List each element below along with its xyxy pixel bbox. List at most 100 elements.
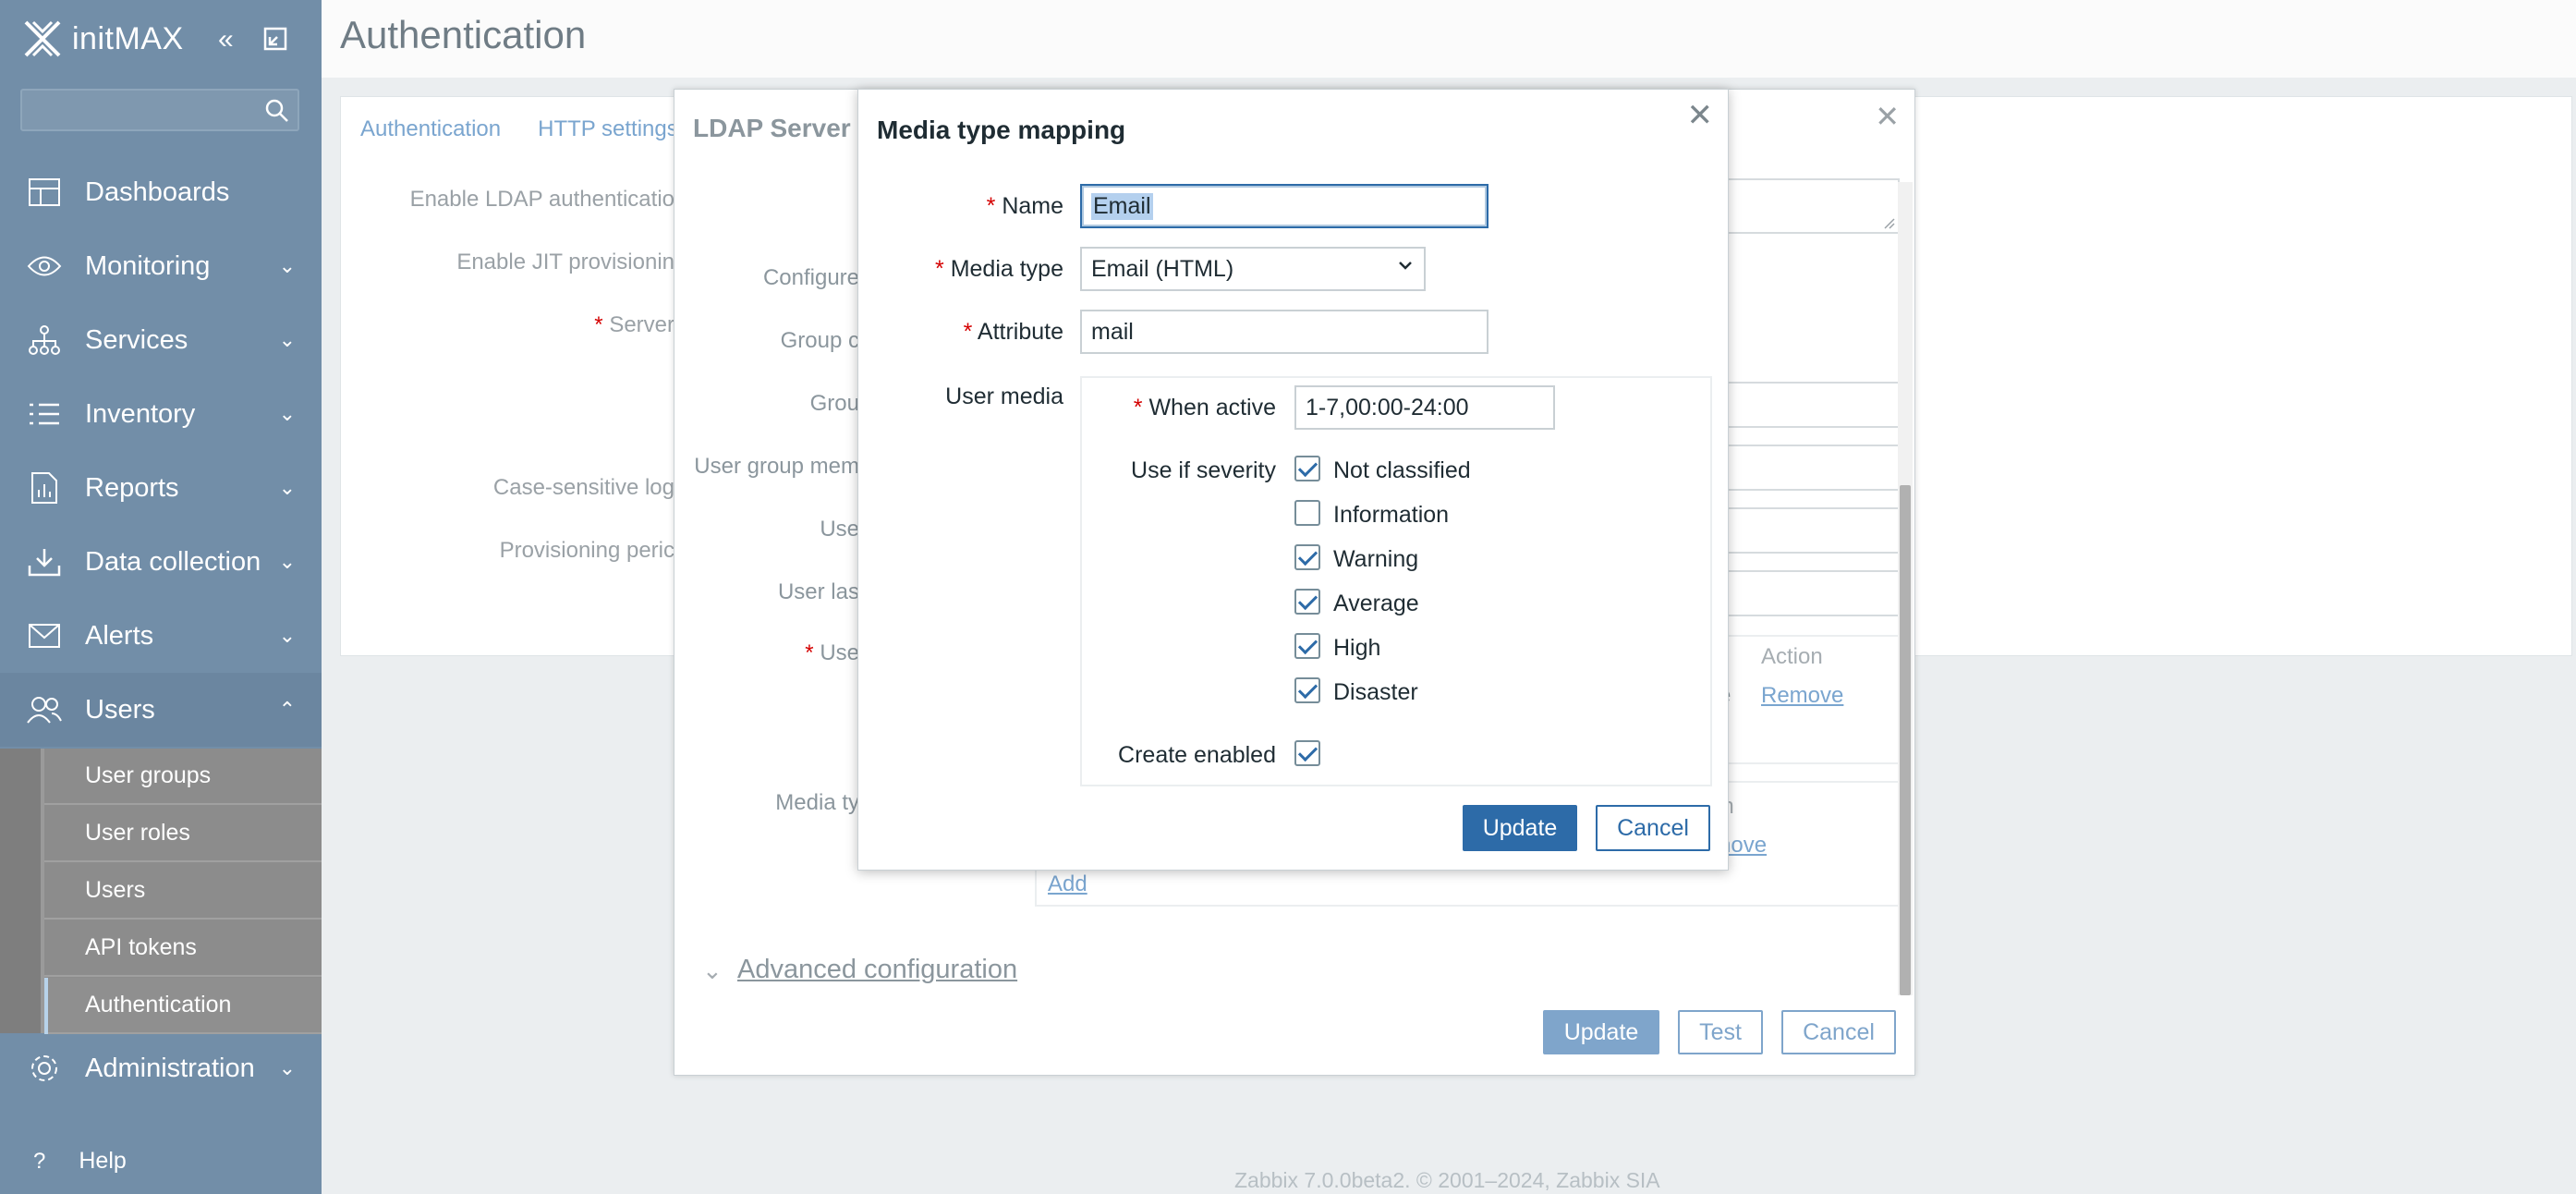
mtm-media-type-label: * Media type [935,256,1063,282]
nav-administration[interactable]: Administration ⌄ [0,1031,322,1105]
mtm-user-media-label: User media [945,384,1063,409]
ldap-remove-group-mapping-link[interactable]: Remove [1761,683,1843,709]
severity-warning-label: Warning [1333,546,1419,572]
subnav-api-tokens[interactable]: API tokens [44,920,322,977]
help-link[interactable]: ? Help [33,1148,127,1175]
page-title: Authentication [340,13,587,56]
severity-not-classified-checkbox[interactable] [1294,456,1320,481]
mtm-name-label: * Name [986,193,1063,219]
ldap-user-last-name-label: User las [777,579,859,604]
reports-icon [26,469,63,506]
ldap-cancel-button[interactable]: Cancel [1781,1010,1896,1054]
nav-label: Data collection [85,546,261,577]
ldap-test-button[interactable]: Test [1678,1010,1763,1054]
mtm-media-type-select[interactable]: Email (HTML) [1080,247,1426,291]
nav-alerts[interactable]: Alerts ⌄ [0,599,322,673]
severity-warning-checkbox[interactable] [1294,544,1320,570]
severity-high-checkbox[interactable] [1294,633,1320,659]
data-collection-icon [26,543,63,580]
ldap-user-group-member-label: User group mem [694,454,859,479]
mtm-media-type-value: Email (HTML) [1091,255,1234,282]
kiosk-mode-icon[interactable] [262,26,288,59]
nav-inventory[interactable]: Inventory ⌄ [0,377,322,451]
help-icon: ? [33,1149,46,1174]
initmax-logo-icon [24,20,61,57]
ldap-close-icon[interactable]: ✕ [1875,99,1900,134]
severity-disaster-label: Disaster [1333,679,1418,705]
severity-not-classified-label: Not classified [1333,457,1471,483]
dashboards-icon [26,174,63,211]
chevron-up-icon: ⌃ [278,698,296,721]
severity-average-checkbox[interactable] [1294,589,1320,615]
nav-dashboards[interactable]: Dashboards [0,155,322,229]
nav-label: Administration [85,1053,255,1083]
create-enabled-checkbox[interactable] [1294,740,1320,766]
alerts-icon [26,617,63,654]
nav-label: Services [85,324,188,355]
footer-copyright: Zabbix 7.0.0beta2. © 2001–2024, Zabbix S… [1234,1168,1660,1192]
severity-information-label: Information [1333,502,1450,528]
help-label: Help [79,1148,127,1174]
severity-high-label: High [1333,635,1381,661]
ldap-configure-label: Configure [762,265,859,290]
mtm-attribute-value: mail [1091,318,1134,345]
auth-tabs: Authentication HTTP settings [340,96,695,155]
ldap-add-media-mapping-link[interactable]: Add [1048,871,1088,897]
enable-jit-label: Enable JIT provisionin [456,250,674,274]
nav-label: Monitoring [85,250,211,281]
chevron-down-icon: ⌄ [278,476,296,499]
subnav-users[interactable]: Users [44,863,322,920]
subnav-user-roles[interactable]: User roles [44,806,322,862]
users-icon [26,691,63,728]
tab-http-settings[interactable]: HTTP settings [538,116,678,155]
ldap-update-button[interactable]: Update [1543,1010,1659,1054]
nav-data-collection[interactable]: Data collection ⌄ [0,525,322,599]
mtm-cancel-button[interactable]: Cancel [1596,805,1710,851]
nav-users[interactable]: Users ⌃ [0,673,322,747]
nav-label: Reports [85,472,179,503]
brand-logo[interactable]: initMAX [20,17,184,61]
close-icon[interactable]: ✕ [1687,97,1714,134]
nav-monitoring[interactable]: Monitoring ⌄ [0,229,322,303]
collapse-sidebar-icon[interactable]: « [218,24,234,55]
inventory-icon [26,396,63,433]
mtm-name-input[interactable]: Email [1080,184,1488,228]
subnav-user-groups[interactable]: User groups [44,749,322,805]
tab-authentication[interactable]: Authentication [360,116,501,155]
nav-label: Alerts [85,620,154,651]
case-sensitive-label: Case-sensitive log [492,475,674,500]
gear-icon [26,1050,63,1087]
severity-information-checkbox[interactable] [1294,500,1320,526]
chevron-down-icon [1396,256,1415,280]
chevron-down-icon[interactable]: ⌄ [702,956,723,985]
mtm-when-active-input[interactable]: 1-7,00:00-24:00 [1294,385,1555,430]
mtm-attribute-label: * Attribute [963,319,1063,345]
severity-disaster-checkbox[interactable] [1294,677,1320,703]
ldap-action-column-header: Action [1761,644,1823,669]
ldap-dialog-title: LDAP Server [693,114,851,142]
ldap-group-config-label: Group c [780,328,859,353]
mtm-attribute-input[interactable]: mail [1080,310,1488,354]
submenu-rail [0,749,41,1033]
chevron-down-icon: ⌄ [278,624,296,647]
mtm-when-active-value: 1-7,00:00-24:00 [1306,394,1469,420]
servers-label: * Server [594,312,674,337]
ldap-group-label: Grou [809,391,859,416]
search-icon[interactable] [264,98,290,124]
mtm-use-if-severity-label: Use if severity [1131,457,1276,483]
nav-services[interactable]: Services ⌄ [0,303,322,377]
sidebar-search-input[interactable] [20,89,299,131]
advanced-configuration-toggle[interactable]: Advanced configuration [737,955,1017,985]
ldap-scrollbar-thumb[interactable] [1900,485,1911,995]
subnav-authentication[interactable]: Authentication [44,978,322,1034]
services-icon [26,322,63,359]
brand-name: initMAX [72,20,184,56]
nav-label: Inventory [85,398,196,429]
mtm-when-active-label: * When active [1133,395,1276,420]
mtm-user-media-box: * When active 1-7,00:00-24:00 Use if sev… [1080,376,1712,786]
mtm-update-button[interactable]: Update [1463,805,1577,851]
page-header [322,0,2576,78]
ldap-user-group-mapping-label: * Use [805,640,859,665]
nav-reports[interactable]: Reports ⌄ [0,451,322,525]
mtm-create-enabled-label: Create enabled [1118,742,1276,768]
